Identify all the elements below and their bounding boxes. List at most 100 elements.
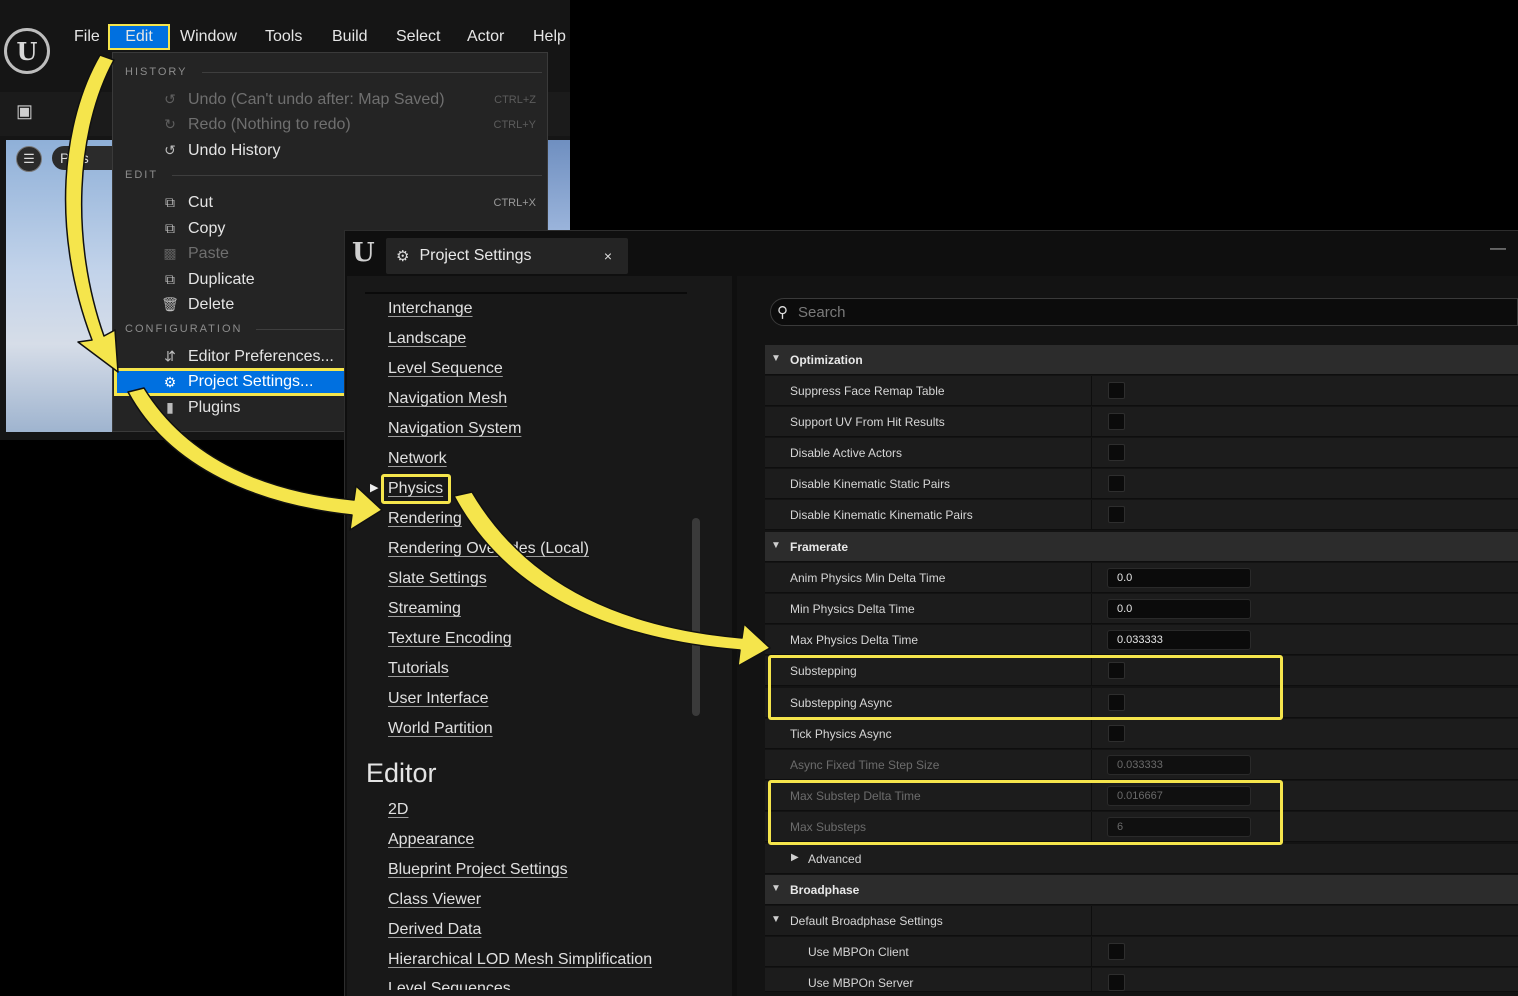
- menu-tools[interactable]: Tools: [259, 24, 308, 50]
- nav-derived-data[interactable]: Derived Data: [388, 921, 481, 939]
- divider: [1091, 750, 1092, 780]
- section-configuration-label: CONFIGURATION: [125, 323, 243, 335]
- menu-window[interactable]: Window: [174, 24, 243, 50]
- menu-item-delete[interactable]: 🗑 Delete: [112, 292, 342, 317]
- menu-item-project-settings[interactable]: ⚙ Project Settings...: [114, 368, 354, 396]
- nav-appearance[interactable]: Appearance: [388, 831, 474, 849]
- menu-item-plugins[interactable]: ▮ Plugins: [112, 395, 342, 420]
- menu-edit[interactable]: Edit: [108, 24, 170, 50]
- nav-landscape[interactable]: Landscape: [388, 330, 466, 348]
- subcategory-label: Advanced: [808, 852, 862, 866]
- viewport-perspective-button[interactable]: Pers: [52, 146, 118, 170]
- menu-item-undo-history[interactable]: ↺ Undo History: [112, 138, 546, 163]
- nav-blueprint-project-settings[interactable]: Blueprint Project Settings: [388, 861, 568, 879]
- nav-navigation-mesh[interactable]: Navigation Mesh: [388, 390, 507, 408]
- divider: [1091, 968, 1092, 991]
- nav-scrollbar[interactable]: [692, 518, 700, 716]
- disable-kinematic-static-checkbox[interactable]: [1108, 475, 1125, 492]
- divider: [256, 328, 349, 330]
- substep-limits-highlight-box: [768, 780, 1283, 845]
- property-label: Support UV From Hit Results: [790, 415, 945, 429]
- nav-streaming[interactable]: Streaming: [388, 600, 461, 618]
- nav-navigation-system[interactable]: Navigation System: [388, 420, 521, 438]
- property-label: Default Broadphase Settings: [790, 914, 943, 928]
- disable-kinematic-kinematic-checkbox[interactable]: [1108, 506, 1125, 523]
- divider: [1091, 719, 1092, 749]
- nav-hlod-mesh-simplification[interactable]: Hierarchical LOD Mesh Simplification: [388, 951, 652, 969]
- nav-level-sequences[interactable]: Level Sequences: [388, 980, 511, 990]
- default-broadphase-settings-row[interactable]: ▼ Default Broadphase Settings: [765, 906, 1518, 936]
- menu-help[interactable]: Help: [527, 24, 572, 50]
- divider: [1091, 376, 1092, 406]
- search-input[interactable]: [796, 302, 1400, 322]
- collapse-triangle-icon: ▼: [771, 353, 781, 364]
- property-row: Suppress Face Remap Table: [765, 376, 1518, 406]
- menu-actor[interactable]: Actor: [461, 24, 510, 50]
- divider: [1091, 937, 1092, 967]
- section-configuration: CONFIGURATION: [125, 323, 349, 335]
- nav-interchange[interactable]: Interchange: [388, 300, 473, 318]
- menu-item-redo[interactable]: ↻ Redo (Nothing to redo) CTRL+Y: [112, 112, 546, 137]
- nav-texture-encoding[interactable]: Texture Encoding: [388, 630, 512, 648]
- unreal-logo-icon[interactable]: U: [4, 28, 50, 74]
- property-row: Disable Kinematic Kinematic Pairs: [765, 500, 1518, 530]
- use-mbp-on-client-checkbox[interactable]: [1108, 943, 1125, 960]
- property-label: Use MBPOn Server: [808, 976, 914, 990]
- minimize-button[interactable]: —: [1490, 240, 1510, 258]
- nav-scroll-edge: [365, 292, 687, 294]
- collapse-triangle-icon: ▼: [771, 883, 781, 894]
- menu-build[interactable]: Build: [326, 24, 374, 50]
- selected-arrow-icon: ▶: [370, 482, 379, 494]
- nav-world-partition[interactable]: World Partition: [388, 720, 493, 738]
- nav-network[interactable]: Network: [388, 450, 447, 468]
- nav-rendering-overrides[interactable]: Rendering Overrides (Local): [388, 540, 589, 558]
- redo-icon: ↻: [164, 116, 176, 132]
- viewport-menu-icon[interactable]: ☰: [16, 146, 42, 172]
- search-field[interactable]: ⚲: [770, 298, 1518, 326]
- divider: [1091, 407, 1092, 437]
- property-label: Min Physics Delta Time: [790, 602, 915, 616]
- nav-tutorials[interactable]: Tutorials: [388, 660, 449, 678]
- nav-class-viewer[interactable]: Class Viewer: [388, 891, 481, 909]
- menu-select[interactable]: Select: [390, 24, 446, 50]
- property-row: Max Physics Delta Time 0.033333: [765, 625, 1518, 655]
- anim-physics-min-delta-input[interactable]: 0.0: [1107, 568, 1251, 588]
- menu-item-paste[interactable]: ▩ Paste: [112, 241, 342, 266]
- duplicate-icon: ⧉: [165, 271, 175, 287]
- property-label: Disable Active Actors: [790, 446, 903, 460]
- category-optimization[interactable]: ▼ Optimization: [765, 345, 1518, 375]
- use-mbp-on-server-checkbox[interactable]: [1108, 974, 1125, 991]
- min-physics-delta-input[interactable]: 0.0: [1107, 599, 1251, 619]
- nav-slate-settings[interactable]: Slate Settings: [388, 570, 487, 588]
- category-label: Broadphase: [790, 883, 860, 897]
- trash-icon: 🗑: [161, 296, 179, 312]
- tab-project-settings[interactable]: ⚙ Project Settings ×: [386, 238, 628, 274]
- nav-2d[interactable]: 2D: [388, 801, 408, 819]
- category-framerate[interactable]: ▼ Framerate: [765, 532, 1518, 562]
- property-label: Use MBPOn Client: [808, 945, 909, 959]
- plug-icon: ▮: [166, 399, 174, 415]
- menu-item-undo[interactable]: ↺ Undo (Can't undo after: Map Saved) CTR…: [112, 87, 546, 112]
- disable-active-actors-checkbox[interactable]: [1108, 444, 1125, 461]
- menu-item-editor-preferences[interactable]: ⇵ Editor Preferences...: [112, 344, 342, 369]
- category-label: Framerate: [790, 540, 849, 554]
- menu-item-duplicate[interactable]: ⧉ Duplicate: [112, 267, 342, 292]
- max-physics-delta-input[interactable]: 0.033333: [1107, 630, 1251, 650]
- nav-level-sequence[interactable]: Level Sequence: [388, 360, 503, 378]
- nav-user-interface[interactable]: User Interface: [388, 690, 488, 708]
- property-row: Use MBPOn Client: [765, 937, 1518, 967]
- category-broadphase[interactable]: ▼ Broadphase: [765, 875, 1518, 905]
- support-uv-checkbox[interactable]: [1108, 413, 1125, 430]
- tick-physics-async-checkbox[interactable]: [1108, 725, 1125, 742]
- property-row: Anim Physics Min Delta Time 0.0: [765, 563, 1518, 593]
- menu-file[interactable]: File: [68, 24, 106, 50]
- suppress-face-remap-checkbox[interactable]: [1108, 382, 1125, 399]
- level-viewport[interactable]: [6, 140, 116, 432]
- search-icon: ⚲: [777, 304, 788, 321]
- close-icon[interactable]: ×: [604, 248, 612, 264]
- property-label: Tick Physics Async: [790, 727, 892, 741]
- save-icon[interactable]: ▣: [16, 101, 36, 121]
- menu-item-cut[interactable]: ⧉ Cut CTRL+X: [112, 190, 546, 215]
- subcategory-advanced[interactable]: ▶ Advanced: [765, 844, 1518, 874]
- nav-rendering[interactable]: Rendering: [388, 510, 462, 528]
